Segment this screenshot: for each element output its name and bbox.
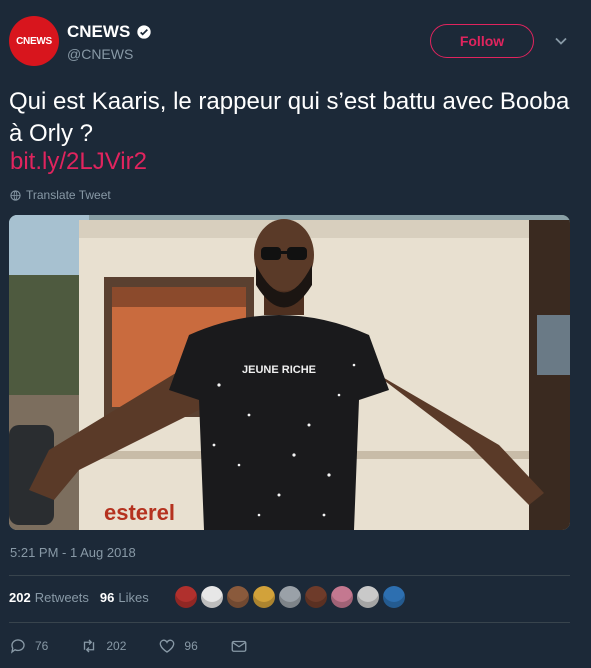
photo-illustration: JEUNE RICHE esterel: [9, 215, 570, 530]
divider: [9, 575, 570, 576]
tweet-header: CNEWS CNEWS @CNEWS Follow: [9, 16, 591, 76]
retweets-label[interactable]: Retweets: [35, 590, 89, 605]
translate-tweet[interactable]: Translate Tweet: [10, 188, 111, 202]
retweet-icon[interactable]: [80, 637, 98, 655]
like-action[interactable]: 96: [158, 637, 198, 655]
liker-avatar[interactable]: [279, 586, 301, 608]
liker-avatar[interactable]: [175, 586, 197, 608]
globe-icon: [10, 189, 21, 201]
verified-badge-icon: [137, 25, 151, 39]
tweet-link[interactable]: bit.ly/2LJVir2: [10, 148, 147, 176]
retweet-action[interactable]: 202: [80, 637, 126, 655]
retweet-count: 202: [106, 639, 127, 653]
timestamp[interactable]: 5:21 PM - 1 Aug 2018: [10, 545, 136, 560]
likes-count[interactable]: 96: [100, 590, 114, 605]
message-action[interactable]: [230, 637, 248, 655]
envelope-icon[interactable]: [230, 637, 248, 655]
caravan-brand: esterel: [104, 500, 175, 525]
liker-avatar[interactable]: [227, 586, 249, 608]
chevron-down-icon[interactable]: [554, 34, 568, 48]
reply-count: 76: [35, 639, 49, 653]
liker-avatar[interactable]: [331, 586, 353, 608]
liker-avatar[interactable]: [357, 586, 379, 608]
liker-avatar[interactable]: [305, 586, 327, 608]
liker-avatar[interactable]: [383, 586, 405, 608]
liker-avatar[interactable]: [253, 586, 275, 608]
handle[interactable]: @CNEWS: [67, 46, 152, 62]
tweet-text: Qui est Kaaris, le rappeur qui s’est bat…: [9, 88, 570, 147]
display-name-text[interactable]: CNEWS: [67, 22, 130, 42]
retweets-count[interactable]: 202: [9, 590, 31, 605]
liker-avatars: [175, 586, 405, 608]
follow-button[interactable]: Follow: [430, 24, 534, 58]
avatar[interactable]: CNEWS: [9, 16, 59, 66]
shirt-text: JEUNE RICHE: [242, 364, 316, 376]
reply-icon[interactable]: [9, 637, 27, 655]
display-name[interactable]: CNEWS: [67, 22, 152, 42]
author-info[interactable]: CNEWS @CNEWS: [67, 22, 152, 62]
likes-label[interactable]: Likes: [118, 590, 148, 605]
tweet-photo[interactable]: JEUNE RICHE esterel: [9, 215, 570, 530]
heart-icon[interactable]: [158, 637, 176, 655]
like-count: 96: [184, 639, 198, 653]
reply-action[interactable]: 76: [9, 637, 48, 655]
liker-avatar[interactable]: [201, 586, 223, 608]
engagement-stats: 202 Retweets 96 Likes: [9, 590, 160, 605]
tweet-actions: 76 202 96: [9, 637, 280, 655]
divider: [9, 622, 570, 623]
translate-label[interactable]: Translate Tweet: [26, 188, 111, 202]
